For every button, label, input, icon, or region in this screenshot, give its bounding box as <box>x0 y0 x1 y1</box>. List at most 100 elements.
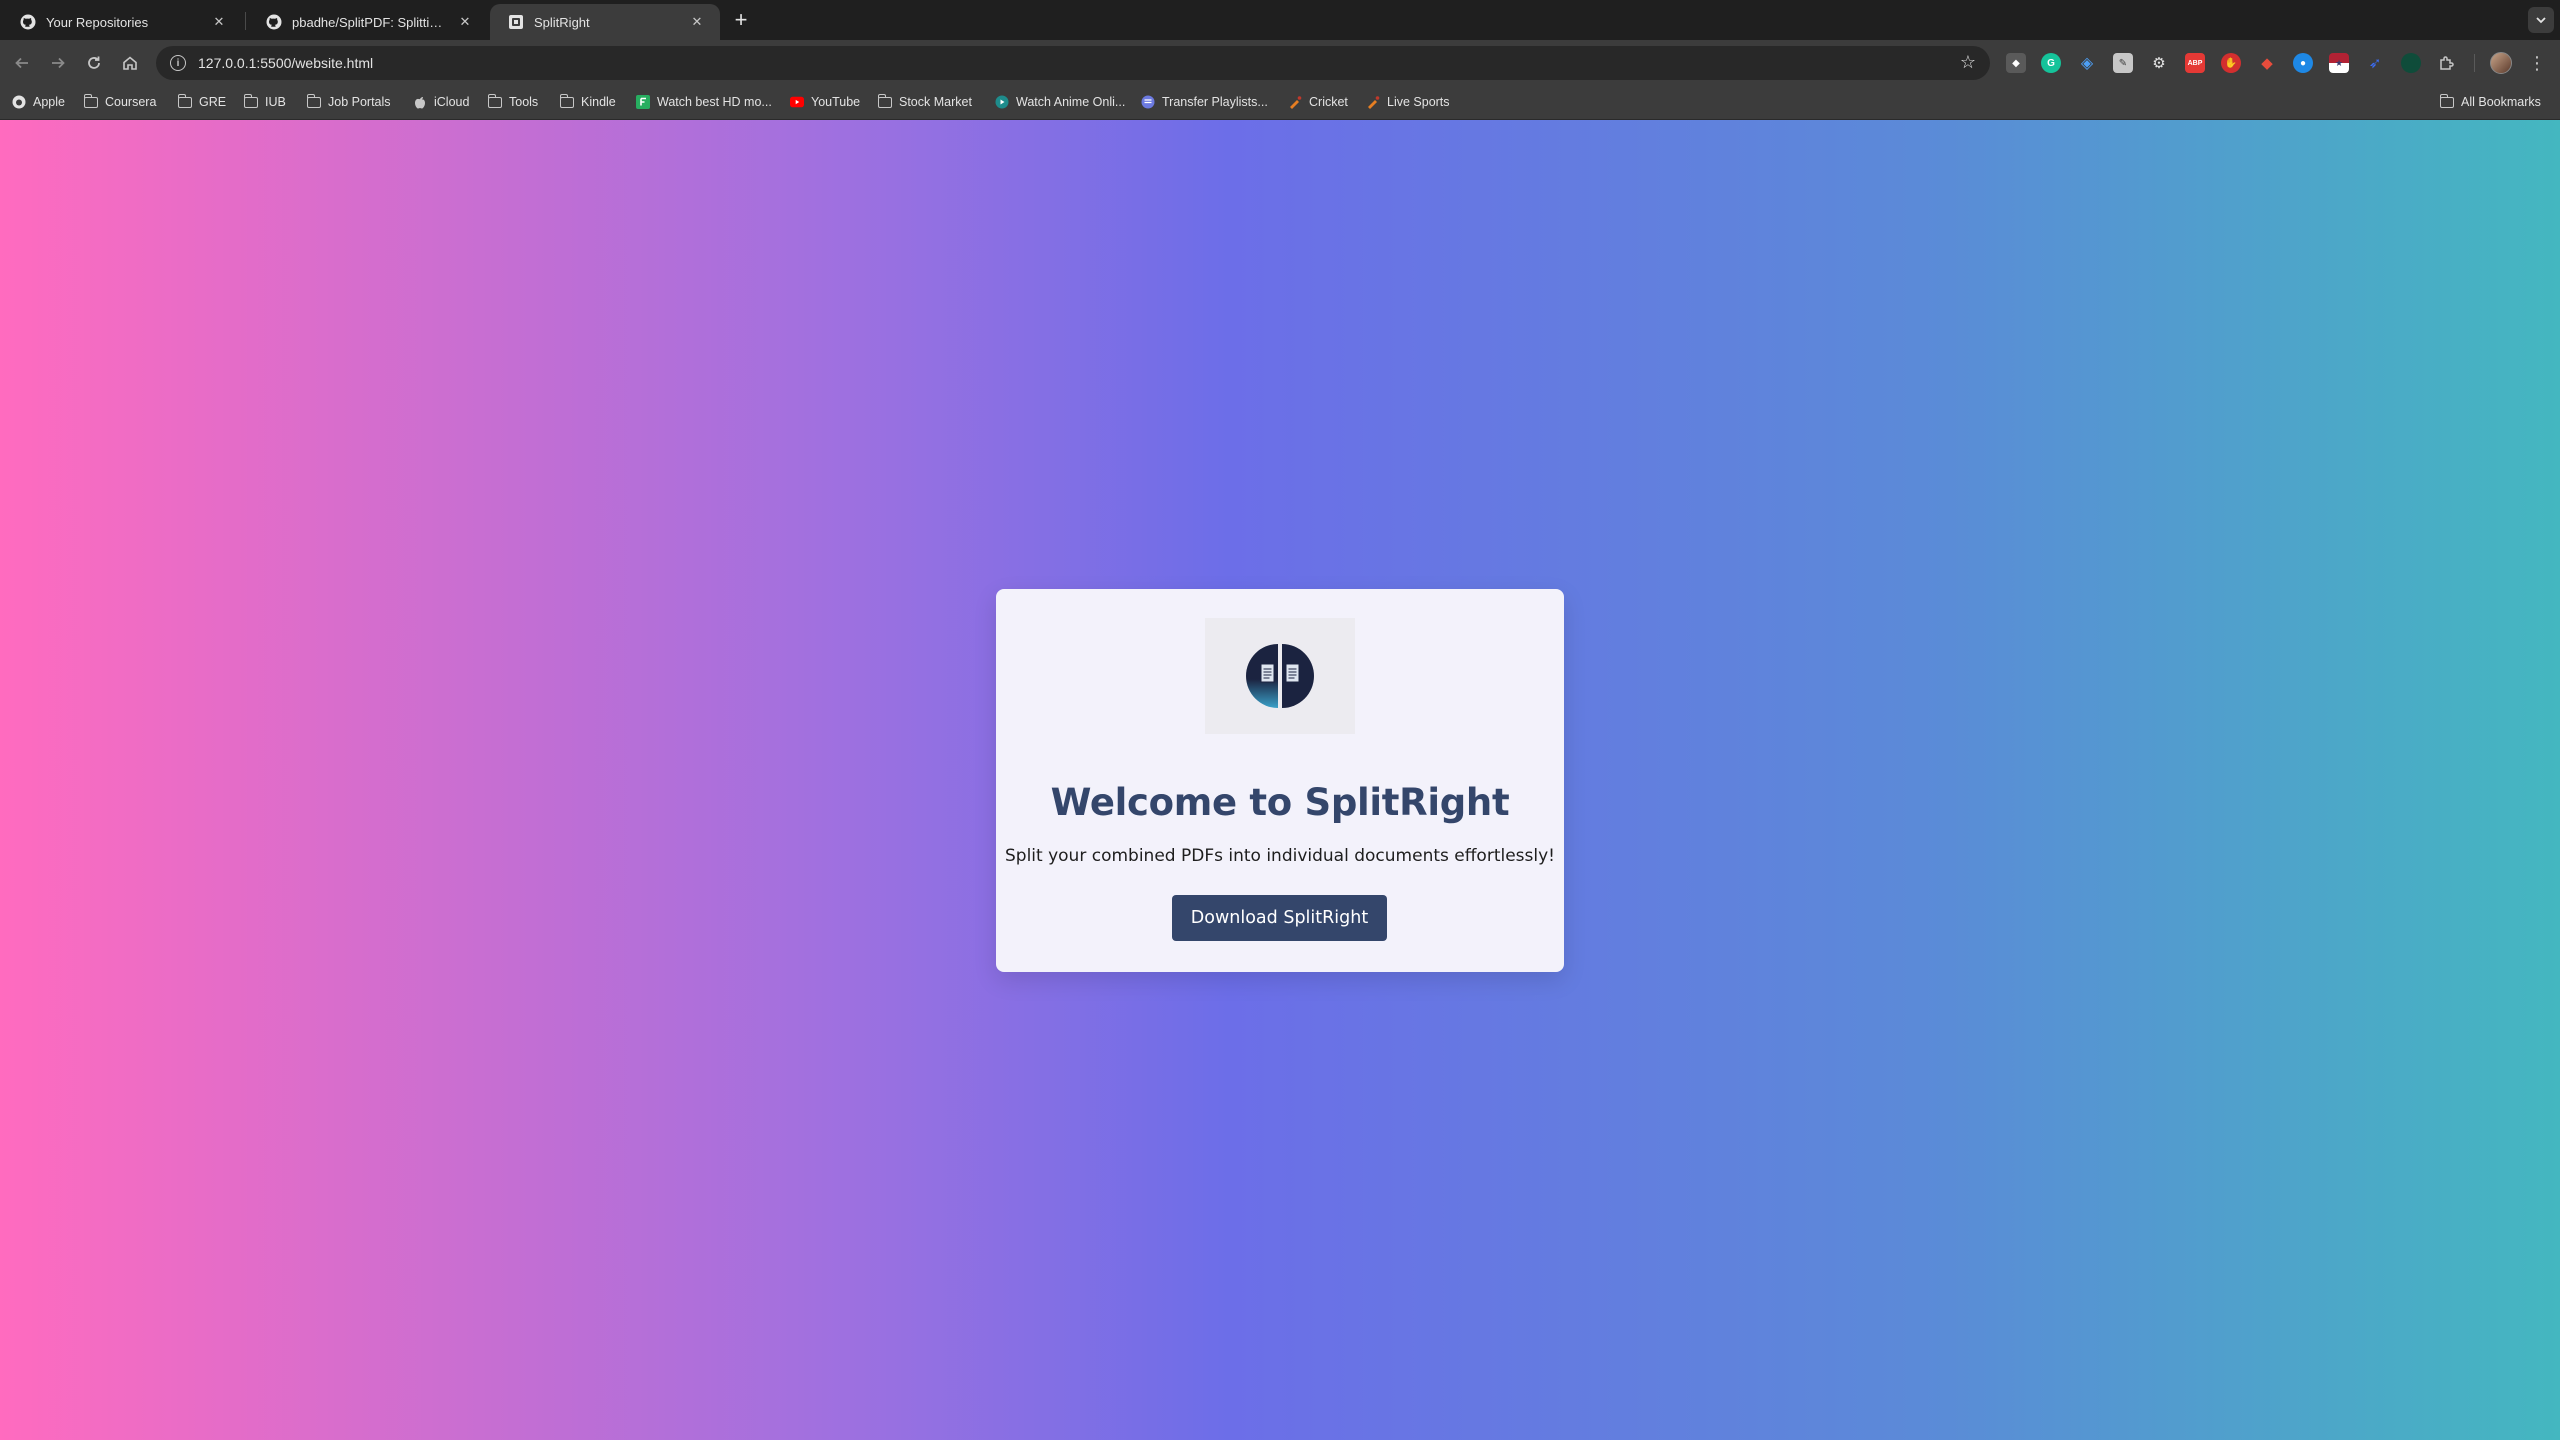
folder-icon <box>306 93 321 109</box>
folder-icon <box>877 93 892 109</box>
bookmark-label: Live Sports <box>1387 95 1450 109</box>
bookmark-label: Cricket <box>1309 95 1348 109</box>
reload-button[interactable] <box>80 49 108 77</box>
bookmark-live-sports[interactable]: Live Sports <box>1366 86 1450 118</box>
reload-icon <box>88 56 100 69</box>
page-title: Welcome to SplitRight <box>1050 781 1510 824</box>
folder-icon <box>487 93 502 109</box>
sports-icon <box>1366 95 1380 109</box>
bookmark-stock-market[interactable]: Stock Market <box>877 86 972 118</box>
bookmark-label: All Bookmarks <box>2461 95 2541 109</box>
bookmark-label: YouTube <box>811 95 861 109</box>
mail-extension-icon[interactable]: ◆ <box>2257 53 2277 73</box>
bookmark-label: Job Portals <box>328 95 391 109</box>
splitright-logo <box>1205 618 1355 734</box>
bookmark-label: Kindle <box>581 95 616 109</box>
bookmark-watch-movies[interactable]: Watch best HD mo... <box>636 86 772 118</box>
bookmark-cricket[interactable]: Cricket <box>1288 86 1348 118</box>
bookmark-label: iCloud <box>434 95 470 109</box>
tab-search-button[interactable] <box>2528 7 2554 33</box>
new-tab-button[interactable]: + <box>727 6 755 34</box>
bookmark-kindle[interactable]: Kindle <box>559 86 616 118</box>
close-icon[interactable]: ✕ <box>210 14 228 30</box>
all-bookmarks-button[interactable]: All Bookmarks <box>2439 86 2541 118</box>
folder-icon <box>2439 93 2454 109</box>
page-viewport: Welcome to SplitRight Split your combine… <box>0 120 2560 1440</box>
chevron-down-icon <box>2536 17 2546 24</box>
tab-title: SplitRight <box>534 14 590 30</box>
welcome-card: Welcome to SplitRight Split your combine… <box>996 589 1564 972</box>
folder-icon <box>83 93 98 109</box>
bookmark-label: Coursera <box>105 95 157 109</box>
youtube-icon <box>790 95 804 109</box>
tab-title: pbadhe/SplitPDF: Splitting PDF <box>292 14 448 30</box>
adblock-plus-icon[interactable]: ABP <box>2185 53 2205 73</box>
bolt-extension-icon[interactable]: ➶ <box>2365 53 2385 73</box>
bookmark-gre[interactable]: GRE <box>177 86 227 118</box>
github-icon <box>20 14 36 30</box>
tab-splitright[interactable]: SplitRight ✕ <box>490 4 720 40</box>
capture-extension-icon[interactable]: ● <box>2293 53 2313 73</box>
page-icon <box>508 14 524 30</box>
arrow-left-icon <box>15 57 28 69</box>
playlist-icon <box>1141 95 1155 109</box>
back-button[interactable] <box>8 49 36 77</box>
bookmark-icloud[interactable]: iCloud <box>413 86 469 118</box>
folder-icon <box>559 93 574 109</box>
apple-icon <box>12 95 26 109</box>
address-url[interactable]: 127.0.0.1:5500/website.html <box>198 55 373 71</box>
extensions-puzzle-icon[interactable] <box>2437 53 2457 73</box>
bookmark-label: IUB <box>265 95 286 109</box>
site-info-icon[interactable]: i <box>170 55 186 71</box>
kebab-menu-icon[interactable]: ⋮ <box>2527 50 2547 76</box>
github-icon <box>266 14 282 30</box>
us-flag-extension-icon[interactable]: ★ <box>2329 53 2349 73</box>
address-bar[interactable]: i 127.0.0.1:5500/website.html ☆ <box>156 46 1990 80</box>
folder-icon <box>243 93 258 109</box>
bookmark-iub[interactable]: IUB <box>243 86 286 118</box>
page-subtitle: Split your combined PDFs into individual… <box>1005 846 1555 866</box>
grammarly-icon[interactable]: G <box>2041 53 2061 73</box>
bookmark-label: Watch Anime Onli... <box>1016 95 1126 109</box>
bookmark-label: Apple <box>33 95 65 109</box>
close-icon[interactable]: ✕ <box>688 14 706 30</box>
settings-extension-icon[interactable]: ⚙ <box>2149 53 2169 73</box>
film-icon <box>636 95 650 109</box>
profile-avatar[interactable] <box>2490 52 2512 74</box>
bookmark-youtube[interactable]: YouTube <box>790 86 860 118</box>
apple-icon <box>413 95 427 109</box>
browser-toolbar: i 127.0.0.1:5500/website.html ☆ ◆ G ◈ ✎ … <box>0 40 2560 86</box>
toolbar-divider <box>2474 54 2475 72</box>
tab-your-repositories[interactable]: Your Repositories ✕ <box>2 4 242 40</box>
tab-splitpdf-repo[interactable]: pbadhe/SplitPDF: Splitting PDF ✕ <box>248 4 488 40</box>
bookmark-label: Tools <box>509 95 539 109</box>
bookmark-transfer-playlists[interactable]: Transfer Playlists... <box>1141 86 1268 118</box>
layers-extension-icon[interactable]: ◈ <box>2077 53 2097 73</box>
home-icon <box>123 56 137 70</box>
bookmark-job-portals[interactable]: Job Portals <box>306 86 391 118</box>
cricket-icon <box>1288 95 1302 109</box>
tab-strip: Your Repositories ✕ pbadhe/SplitPDF: Spl… <box>0 0 2560 40</box>
adblock-icon[interactable]: ✋ <box>2221 53 2241 73</box>
bookmark-label: Stock Market <box>899 95 972 109</box>
split-document-icon <box>1246 644 1314 708</box>
bookmarks-bar: Apple Coursera GRE IUB Job Portals iClou… <box>0 86 2560 120</box>
bookmark-label: GRE <box>199 95 227 109</box>
arrow-right-icon <box>52 57 65 69</box>
forward-button[interactable] <box>44 49 72 77</box>
extension-puzzle-shield-icon[interactable]: ◆ <box>2006 53 2026 73</box>
bookmark-watch-anime[interactable]: Watch Anime Onli... <box>995 86 1125 118</box>
bookmark-label: Watch best HD mo... <box>657 95 772 109</box>
tab-title: Your Repositories <box>46 14 149 30</box>
notes-extension-icon[interactable]: ✎ <box>2113 53 2133 73</box>
home-button[interactable] <box>116 49 144 77</box>
download-button[interactable]: Download SplitRight <box>1172 895 1387 941</box>
tab-divider <box>245 12 246 30</box>
bookmark-tools[interactable]: Tools <box>487 86 539 118</box>
close-icon[interactable]: ✕ <box>456 14 474 30</box>
folder-icon <box>177 93 192 109</box>
bookmark-star-icon[interactable]: ☆ <box>1960 52 1976 73</box>
dark-extension-icon[interactable] <box>2401 53 2421 73</box>
bookmark-coursera[interactable]: Coursera <box>83 86 157 118</box>
bookmark-apple[interactable]: Apple <box>12 86 65 118</box>
